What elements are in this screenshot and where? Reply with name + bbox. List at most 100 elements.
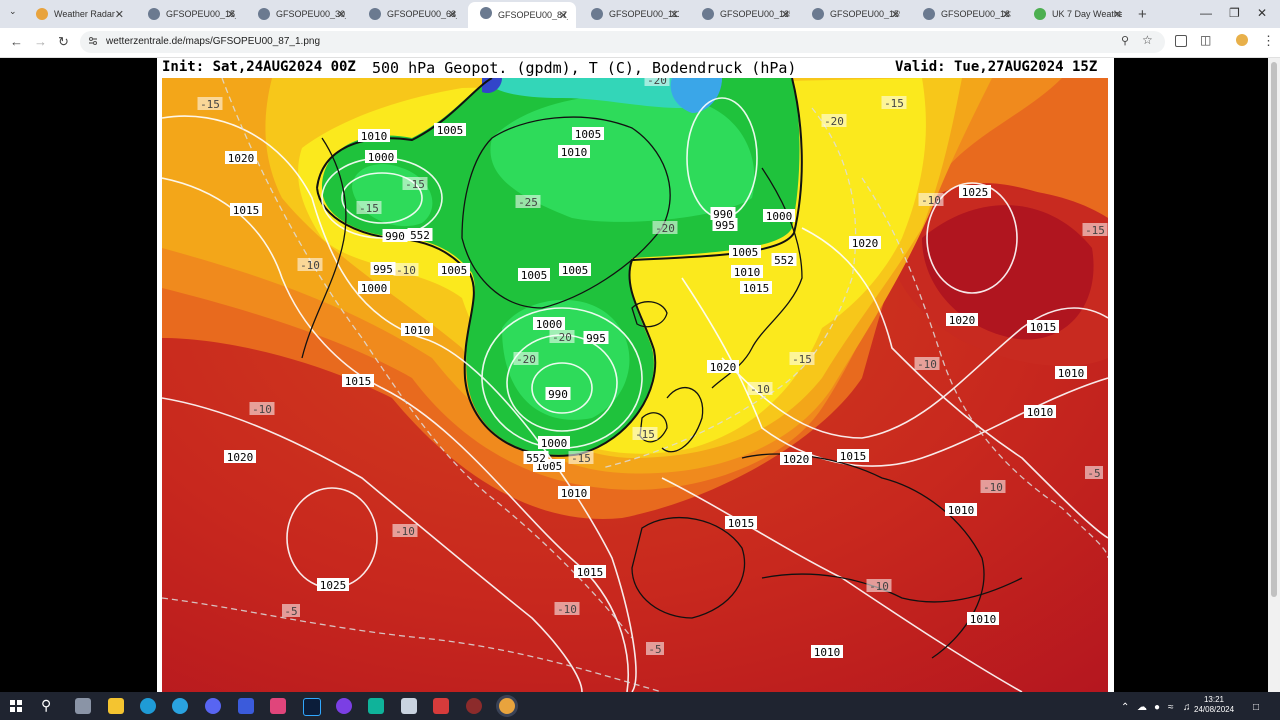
- pressure-label-30: 1010: [558, 486, 590, 500]
- site-favicon-icon: [1034, 8, 1046, 20]
- pressure-label-text: 552: [526, 452, 546, 465]
- photos-icon[interactable]: [270, 698, 286, 714]
- profile-avatar[interactable]: [1236, 34, 1248, 46]
- tab-title: GFSOPEU00_15_1: [166, 9, 236, 19]
- pressure-label-text: 1010: [404, 324, 431, 337]
- tab-5[interactable]: GFSOPEU00_111_ ✕: [579, 3, 687, 25]
- tab-2[interactable]: GFSOPEU00_30_1✕: [246, 3, 354, 25]
- task-view-icon[interactable]: [75, 698, 91, 714]
- pressure-label-13: 1010: [558, 145, 590, 159]
- tab-close-icon[interactable]: ✕: [670, 8, 679, 21]
- wifi-icon[interactable]: ≈: [1168, 702, 1174, 713]
- cloud-icon[interactable]: ☁: [1137, 702, 1147, 713]
- tab-close-icon[interactable]: ✕: [337, 8, 346, 21]
- pressure-label-36: 1010: [1055, 366, 1087, 380]
- temperature-label-text: -15: [1085, 224, 1105, 237]
- pressure-label-42: 1015: [574, 565, 606, 579]
- tab-1[interactable]: GFSOPEU00_15_1✕: [136, 3, 244, 25]
- temperature-label-17: -10: [747, 382, 773, 396]
- init-label: Init: Sat,24AUG2024 00Z: [162, 59, 356, 75]
- tab-close-icon[interactable]: ✕: [448, 8, 457, 21]
- start-icon[interactable]: [10, 700, 22, 712]
- tab-close-icon[interactable]: ✕: [891, 8, 900, 21]
- tab-close-icon[interactable]: ✕: [1113, 8, 1122, 21]
- app-icon-m[interactable]: [238, 698, 254, 714]
- scroll-thumb[interactable]: [1271, 62, 1277, 597]
- reload-icon[interactable]: ↻: [58, 34, 69, 50]
- tab-3[interactable]: GFSOPEU00_63_1✕: [357, 3, 465, 25]
- new-tab-icon[interactable]: +: [1138, 6, 1147, 23]
- search-icon[interactable]: ⚲: [41, 697, 51, 714]
- app-icon-gauge[interactable]: [466, 698, 482, 714]
- pressure-label-0: 1010: [358, 129, 390, 143]
- discord-icon[interactable]: [205, 698, 221, 714]
- pressure-label-8: 1000: [358, 281, 390, 295]
- tab-7[interactable]: GFSOPEU00_159_✕: [800, 3, 908, 25]
- tray-chevron-icon[interactable]: ⌃: [1121, 702, 1129, 713]
- mic-icon[interactable]: ●: [1154, 702, 1160, 713]
- extensions-icon[interactable]: ◫: [1200, 33, 1211, 47]
- tab-strip: ⌄ Weather Radar - ✕GFSOPEU00_15_1✕GFSOPE…: [0, 0, 1280, 28]
- close-window-icon[interactable]: ✕: [1257, 6, 1267, 20]
- restore-icon[interactable]: ❐: [1229, 6, 1240, 20]
- pressure-label-text: 1010: [970, 613, 997, 626]
- temperature-label-text: -20: [824, 115, 844, 128]
- minimize-icon[interactable]: —: [1200, 6, 1212, 20]
- temperature-label-text: -10: [869, 580, 889, 593]
- app-icon-circle[interactable]: [336, 698, 352, 714]
- file-explorer-icon[interactable]: [108, 698, 124, 714]
- volume-icon[interactable]: ♫: [1183, 702, 1191, 713]
- tab-search-chevron-icon[interactable]: ⌄: [9, 6, 17, 17]
- pressure-label-text: 1010: [361, 130, 388, 143]
- pressure-label-text: 1010: [1058, 367, 1085, 380]
- tab-close-icon[interactable]: ✕: [115, 8, 124, 21]
- pressure-label-text: 1015: [1030, 321, 1057, 334]
- zoom-icon[interactable]: ⚲: [1121, 34, 1129, 47]
- temperature-label-text: -10: [557, 603, 577, 616]
- clock-date: 24/08/2024: [1194, 705, 1235, 714]
- pressure-label-text: 1020: [710, 361, 737, 374]
- bookmark-star-icon[interactable]: ☆: [1142, 33, 1153, 47]
- tab-title: GFSOPEU00_63_1: [387, 9, 457, 19]
- edge-icon[interactable]: [140, 698, 156, 714]
- pressure-label-27: 1000: [538, 436, 570, 450]
- site-info-icon[interactable]: [88, 36, 98, 46]
- back-icon[interactable]: ←: [10, 34, 23, 49]
- clock[interactable]: 13:21 24/08/2024: [1194, 695, 1234, 715]
- tab-close-icon[interactable]: ✕: [227, 8, 236, 21]
- pressure-label-24: 1000: [533, 317, 565, 331]
- pressure-label-9: 1005: [438, 263, 470, 277]
- tab-0[interactable]: Weather Radar - ✕: [24, 3, 132, 25]
- tab-9[interactable]: UK 7 Day Weathe ✕: [1022, 3, 1130, 25]
- tab-title: GFSOPEU00_183_: [941, 9, 1011, 19]
- toolbar: ← → ↻ wetterzentrale.de/maps/GFSOPEU00_8…: [0, 28, 1280, 58]
- temperature-label-25: -10: [554, 602, 580, 616]
- app-icon-bird[interactable]: [401, 698, 417, 714]
- screenshot-icon[interactable]: [1175, 35, 1187, 47]
- tab-4[interactable]: GFSOPEU00_87_1✕: [468, 2, 576, 28]
- menu-icon[interactable]: ⋮: [1262, 33, 1275, 49]
- pressure-label-text: 1010: [734, 266, 761, 279]
- pressure-label-text: 1025: [962, 186, 989, 199]
- chrome-icon[interactable]: [499, 698, 515, 714]
- tab-8[interactable]: GFSOPEU00_183_✕: [911, 3, 1019, 25]
- notification-icon[interactable]: □: [1253, 702, 1259, 713]
- photoshop-icon[interactable]: [303, 698, 321, 716]
- address-bar[interactable]: wetterzentrale.de/maps/GFSOPEU00_87_1.pn…: [80, 31, 1165, 53]
- pressure-label-17: 1005: [729, 245, 761, 259]
- forward-icon[interactable]: →: [34, 34, 47, 49]
- tab-close-icon[interactable]: ✕: [559, 9, 568, 22]
- pressure-label-text: 995: [715, 219, 735, 232]
- tab-close-icon[interactable]: ✕: [781, 8, 790, 21]
- app-icon-teal[interactable]: [368, 698, 384, 714]
- page-scrollbar[interactable]: [1268, 58, 1280, 692]
- tab-6[interactable]: GFSOPEU00_135_✕: [690, 3, 798, 25]
- tab-title: UK 7 Day Weathe: [1052, 9, 1122, 19]
- temperature-label-text: -15: [405, 178, 425, 191]
- pressure-label-4: 1015: [230, 203, 262, 217]
- temperature-label-text: -20: [647, 78, 667, 87]
- tab-close-icon[interactable]: ✕: [1002, 8, 1011, 21]
- app-icon-red[interactable]: [433, 698, 449, 714]
- telegram-icon[interactable]: [172, 698, 188, 714]
- weather-favicon-icon: [36, 8, 48, 20]
